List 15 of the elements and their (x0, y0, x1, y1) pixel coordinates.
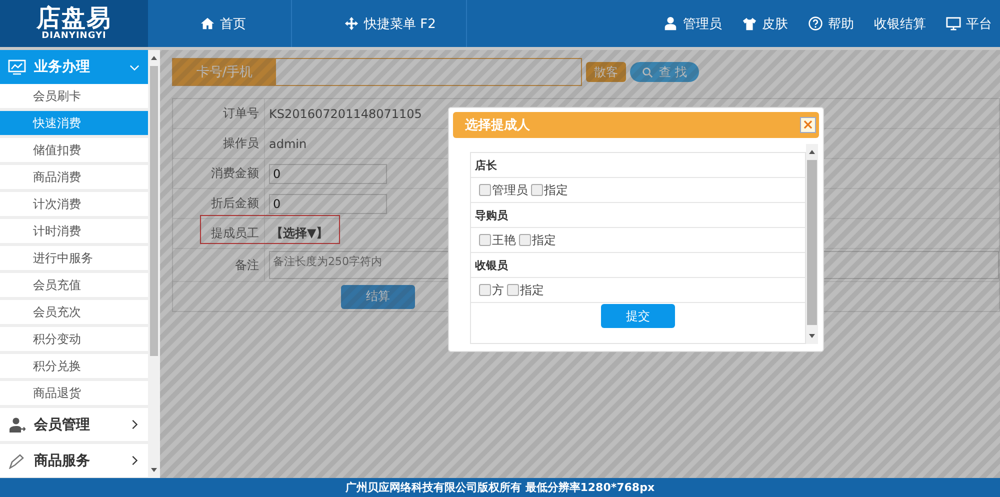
dialog-title: 选择提成人 (465, 117, 531, 134)
field-label: 折后金额 (211, 195, 259, 212)
group-title: 店长 (475, 158, 497, 172)
field-label: 提成员工 (211, 225, 259, 242)
field-label: 备注 (235, 256, 259, 274)
group-title: 导购员 (475, 208, 508, 222)
field-label: 消费金额 (211, 165, 259, 182)
group-title: 收银员 (475, 258, 508, 272)
field-value: admin (269, 136, 307, 150)
copyright-text: 广州贝应网络科技有限公司版权所有 最低分辨率1280*768px (345, 480, 655, 495)
field-value: KS201607201148071105 (269, 106, 422, 120)
field-label: 操作员 (223, 135, 259, 152)
logo-subtitle: DIANYINGYI (42, 31, 106, 42)
logo-title: 店盘易 (36, 5, 112, 31)
field-label: 订单号 (223, 105, 259, 122)
